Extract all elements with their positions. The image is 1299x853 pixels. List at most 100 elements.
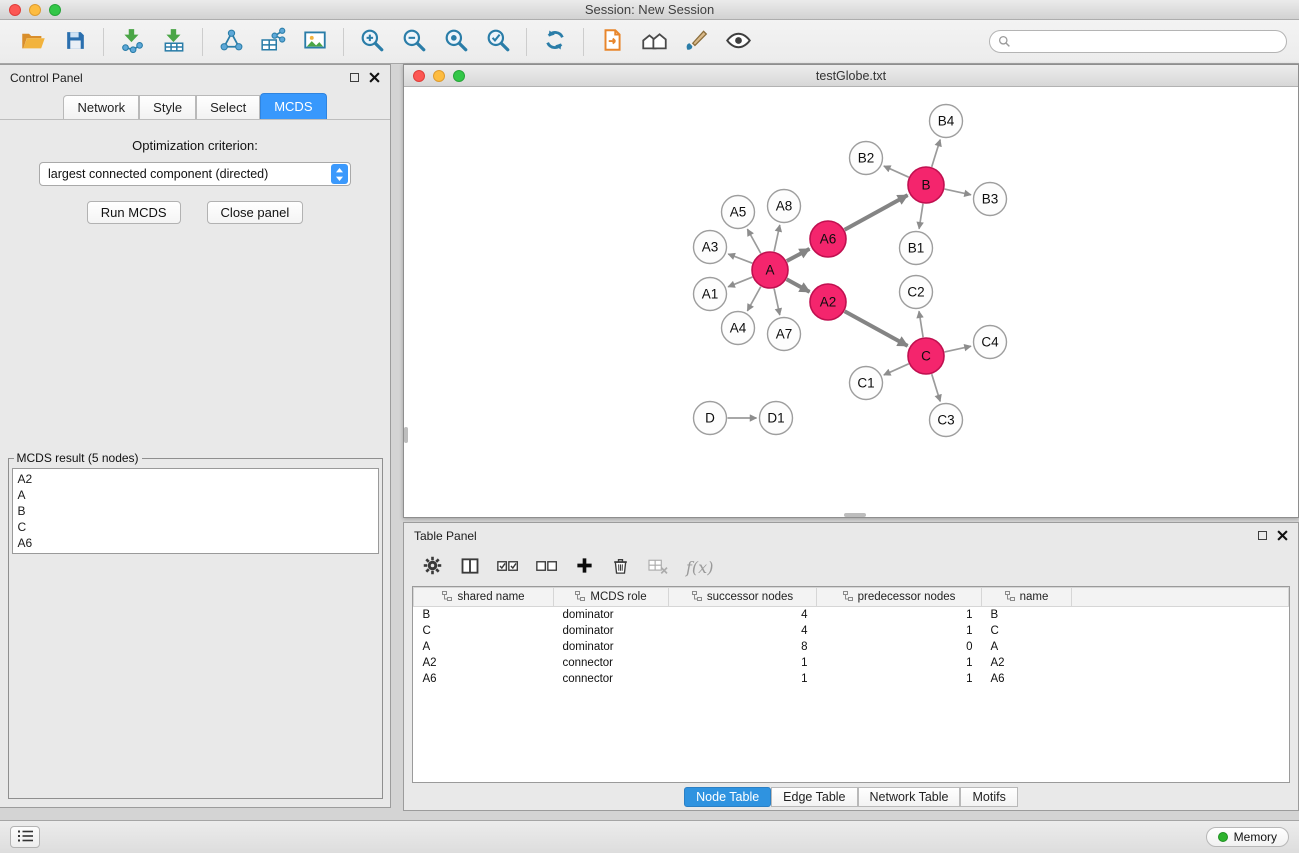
column-header-predecessor-nodes[interactable]: predecessor nodes: [817, 588, 982, 607]
cell-mcds-role[interactable]: dominator: [554, 607, 669, 623]
network-edge[interactable]: [774, 289, 780, 315]
search-input[interactable]: [989, 30, 1287, 53]
zoom-out-button[interactable]: [393, 24, 435, 60]
network-canvas[interactable]: B4B2BB3A5A8A6A3B1AA1C2A2A4A7C4CC1C3DD1: [404, 87, 1298, 517]
cell-predecessor-nodes[interactable]: 1: [817, 623, 982, 639]
memory-button[interactable]: Memory: [1206, 827, 1289, 847]
close-window-button[interactable]: [9, 4, 21, 16]
home-button[interactable]: [633, 24, 675, 60]
result-item[interactable]: A2: [18, 471, 373, 487]
delete-table-button[interactable]: [647, 557, 669, 578]
zoom-selected-button[interactable]: [477, 24, 519, 60]
open-file-button[interactable]: [12, 24, 54, 60]
network-edge[interactable]: [747, 287, 760, 311]
network-node[interactable]: C2: [900, 276, 933, 309]
save-session-button[interactable]: [54, 24, 96, 60]
network-node[interactable]: A3: [694, 231, 727, 264]
tab-select[interactable]: Select: [196, 95, 260, 119]
cell-successor-nodes[interactable]: 4: [669, 607, 817, 623]
network-edge[interactable]: [774, 225, 780, 251]
network-edge[interactable]: [919, 311, 923, 337]
tab-network[interactable]: Network: [63, 95, 139, 119]
network-node[interactable]: D1: [760, 402, 793, 435]
network-node[interactable]: B2: [850, 142, 883, 175]
network-edge[interactable]: [945, 346, 971, 352]
table-settings-button[interactable]: [422, 555, 443, 579]
network-node[interactable]: A: [752, 252, 788, 288]
cell-predecessor-nodes[interactable]: 0: [817, 639, 982, 655]
result-item[interactable]: C: [18, 519, 373, 535]
network-node[interactable]: C4: [974, 326, 1007, 359]
new-network-button[interactable]: [210, 24, 252, 60]
network-node[interactable]: A5: [722, 196, 755, 229]
zoom-fit-button[interactable]: [435, 24, 477, 60]
close-table-panel-icon[interactable]: [1277, 530, 1288, 541]
cell-mcds-role[interactable]: dominator: [554, 639, 669, 655]
tab-motifs[interactable]: Motifs: [960, 787, 1017, 807]
style-button[interactable]: [675, 24, 717, 60]
column-header-name[interactable]: name: [982, 588, 1072, 607]
network-edge[interactable]: [728, 277, 752, 287]
table-row[interactable]: A6 connector 1 1 A6: [414, 671, 1289, 687]
cell-mcds-role[interactable]: connector: [554, 655, 669, 671]
minimize-network-window-button[interactable]: [433, 70, 445, 82]
network-edge[interactable]: [932, 140, 941, 167]
open-session-button[interactable]: [591, 24, 633, 60]
network-node[interactable]: B: [908, 167, 944, 203]
cell-predecessor-nodes[interactable]: 1: [817, 655, 982, 671]
cell-name[interactable]: A: [982, 639, 1072, 655]
cell-shared-name[interactable]: B: [414, 607, 554, 623]
network-from-table-button[interactable]: [252, 24, 294, 60]
network-edge[interactable]: [884, 364, 909, 375]
network-node[interactable]: A2: [810, 284, 846, 320]
network-node[interactable]: C: [908, 338, 944, 374]
tab-style[interactable]: Style: [139, 95, 196, 119]
tab-network-table[interactable]: Network Table: [858, 787, 961, 807]
tab-edge-table[interactable]: Edge Table: [771, 787, 857, 807]
cell-predecessor-nodes[interactable]: 1: [817, 607, 982, 623]
network-node[interactable]: A1: [694, 278, 727, 311]
cell-shared-name[interactable]: A6: [414, 671, 554, 687]
column-header-shared-name[interactable]: shared name: [414, 588, 554, 607]
network-edge[interactable]: [884, 166, 909, 177]
network-edge[interactable]: [787, 279, 810, 292]
column-header-successor-nodes[interactable]: successor nodes: [669, 588, 817, 607]
cell-shared-name[interactable]: A2: [414, 655, 554, 671]
table-row[interactable]: B dominator 4 1 B: [414, 607, 1289, 623]
network-node[interactable]: D: [694, 402, 727, 435]
cell-shared-name[interactable]: A: [414, 639, 554, 655]
network-node[interactable]: B3: [974, 183, 1007, 216]
network-node[interactable]: B1: [900, 232, 933, 265]
optimization-criterion-dropdown[interactable]: largest connected component (directed): [39, 162, 351, 186]
function-builder-button[interactable]: f(x): [686, 558, 713, 577]
close-panel-icon[interactable]: [369, 72, 380, 83]
import-table-button[interactable]: [153, 24, 195, 60]
show-hide-button[interactable]: [717, 24, 759, 60]
network-edge[interactable]: [919, 204, 923, 229]
network-node[interactable]: A7: [768, 318, 801, 351]
cell-successor-nodes[interactable]: 4: [669, 623, 817, 639]
network-node[interactable]: C1: [850, 367, 883, 400]
vertical-scrollbar-thumb[interactable]: [404, 427, 408, 443]
result-item[interactable]: A: [18, 487, 373, 503]
network-edge[interactable]: [845, 311, 908, 346]
network-edge[interactable]: [845, 195, 908, 230]
network-node[interactable]: B4: [930, 105, 963, 138]
cell-successor-nodes[interactable]: 8: [669, 639, 817, 655]
network-edge[interactable]: [728, 254, 752, 263]
apply-layout-button[interactable]: [534, 24, 576, 60]
minimize-window-button[interactable]: [29, 4, 41, 16]
network-edge[interactable]: [787, 249, 810, 261]
float-panel-icon[interactable]: [350, 73, 359, 82]
maximize-network-window-button[interactable]: [453, 70, 465, 82]
result-item[interactable]: A6: [18, 535, 373, 551]
show-columns-button[interactable]: [460, 556, 480, 579]
result-item[interactable]: B: [18, 503, 373, 519]
network-edge[interactable]: [747, 229, 760, 253]
network-node[interactable]: A6: [810, 221, 846, 257]
task-history-button[interactable]: [10, 826, 40, 848]
network-node[interactable]: A8: [768, 190, 801, 223]
export-image-button[interactable]: [294, 24, 336, 60]
close-panel-button[interactable]: Close panel: [207, 201, 304, 224]
table-row[interactable]: C dominator 4 1 C: [414, 623, 1289, 639]
